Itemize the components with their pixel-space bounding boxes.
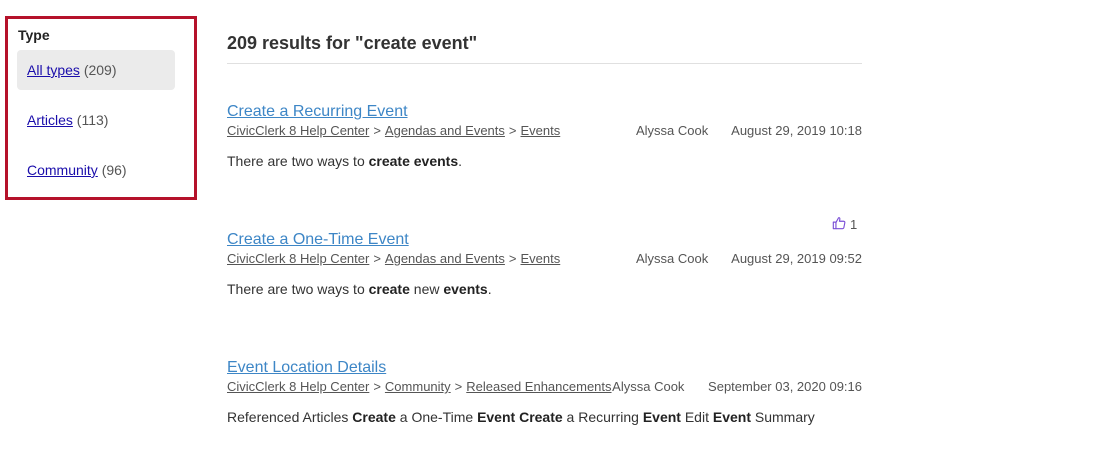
result-author: Alyssa Cook — [636, 251, 709, 266]
snippet-text: Summary — [750, 409, 815, 425]
snippet-highlight: Create — [519, 409, 563, 425]
snippet-highlight: create events — [368, 153, 459, 169]
filter-title: Type — [18, 27, 50, 43]
filter-articles-link[interactable]: Articles — [27, 112, 73, 128]
result-date: August 29, 2019 10:18 — [731, 123, 862, 138]
filter-all-types-link[interactable]: All types — [27, 62, 80, 78]
snippet-text: Edit — [680, 409, 713, 425]
result-date: August 29, 2019 09:52 — [731, 251, 862, 266]
breadcrumb-link[interactable]: Released Enhancements — [466, 379, 611, 394]
breadcrumb-separator: > — [373, 123, 381, 138]
breadcrumb-link[interactable]: CivicClerk 8 Help Center — [227, 379, 369, 394]
breadcrumb-link[interactable]: Community — [385, 379, 451, 394]
snippet-text: There are two ways to — [227, 281, 369, 297]
result-snippet: There are two ways to create new events. — [227, 281, 492, 297]
breadcrumb-link[interactable]: Agendas and Events — [385, 123, 505, 138]
breadcrumb-separator: > — [373, 379, 381, 394]
breadcrumb-link[interactable]: CivicClerk 8 Help Center — [227, 251, 369, 266]
snippet-text: . — [487, 281, 492, 297]
breadcrumb-separator: > — [454, 379, 463, 394]
breadcrumb-separator: > — [508, 123, 517, 138]
filter-count: (96) — [101, 162, 127, 178]
result-title-link[interactable]: Create a Recurring Event — [227, 103, 408, 121]
result-meta: Alyssa Cook August 29, 2019 10:18 — [636, 123, 862, 138]
breadcrumb-link[interactable]: CivicClerk 8 Help Center — [227, 123, 369, 138]
snippet-text: There are two ways to — [227, 153, 369, 169]
search-result: Create a Recurring Event CivicClerk 8 He… — [227, 103, 862, 193]
breadcrumb-separator: > — [373, 251, 381, 266]
breadcrumb: CivicClerk 8 Help Center > Community > Relea… — [227, 379, 612, 394]
filter-count: (113) — [76, 112, 109, 128]
snippet-highlight: Create — [352, 409, 396, 425]
result-snippet: Referenced Articles Create a One-Time Ev… — [227, 409, 815, 425]
result-snippet: There are two ways to create events. — [227, 153, 462, 169]
vote-number: 1 — [850, 217, 858, 232]
snippet-text: Referenced Articles — [227, 409, 353, 425]
search-result: Event Location Details CivicClerk 8 Help… — [227, 359, 862, 449]
snippet-text: new — [409, 281, 444, 297]
breadcrumb-separator: > — [508, 251, 517, 266]
snippet-highlight: Event — [642, 409, 681, 425]
breadcrumb-link[interactable]: Agendas and Events — [385, 251, 505, 266]
result-author: Alyssa Cook — [612, 379, 685, 394]
result-meta: Alyssa Cook September 03, 2020 09:16 — [612, 379, 862, 394]
snippet-highlight: Event — [477, 409, 516, 425]
snippet-text: . — [458, 153, 463, 169]
filter-count: (209) — [83, 62, 117, 78]
result-date: September 03, 2020 09:16 — [708, 379, 862, 394]
result-title-link[interactable]: Create a One-Time Event — [227, 231, 409, 249]
result-title-link[interactable]: Event Location Details — [227, 359, 386, 377]
filter-community[interactable]: Community (96) — [17, 150, 175, 190]
breadcrumb: CivicClerk 8 Help Center > Agendas and Eve… — [227, 123, 560, 138]
search-result: Create a One-Time Event CivicClerk 8 Hel… — [227, 231, 862, 321]
snippet-highlight: create — [368, 281, 410, 297]
result-meta: Alyssa Cook August 29, 2019 09:52 — [636, 251, 862, 266]
breadcrumb: CivicClerk 8 Help Center > Agendas and Eve… — [227, 251, 560, 266]
result-author: Alyssa Cook — [636, 123, 709, 138]
results-heading: 209 results for "create event" — [227, 33, 478, 53]
breadcrumb-link[interactable]: Events — [521, 123, 561, 138]
snippet-text: a One-Time — [395, 409, 478, 425]
type-filter-panel: Type All types (209) Articles (113) Comm… — [5, 16, 197, 200]
filter-articles[interactable]: Articles (113) — [17, 100, 175, 140]
filter-community-link[interactable]: Community — [27, 162, 98, 178]
snippet-highlight: Event — [712, 409, 751, 425]
divider — [227, 63, 862, 64]
breadcrumb-link[interactable]: Events — [521, 251, 561, 266]
snippet-highlight: events — [443, 281, 488, 297]
snippet-text: a Recurring — [562, 409, 643, 425]
filter-all-types[interactable]: All types (209) — [17, 50, 175, 90]
